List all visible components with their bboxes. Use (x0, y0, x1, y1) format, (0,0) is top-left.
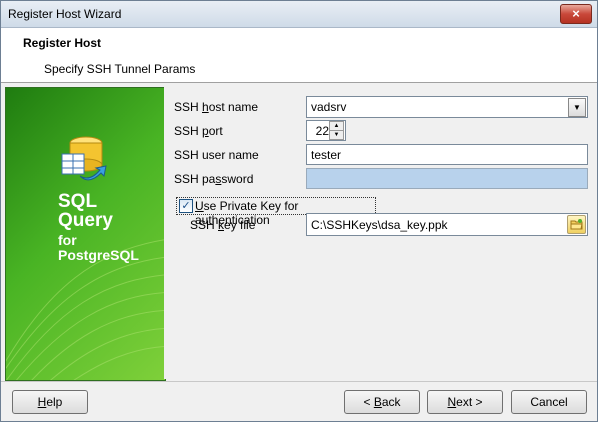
ssh-form: SSH host name vadsrv ▼ SSH port 22 ▲ ▼ S… (164, 87, 596, 379)
chevron-down-icon[interactable]: ▼ (568, 98, 586, 117)
ssh-host-label: SSH host name (174, 100, 259, 114)
next-button[interactable]: Next > (427, 390, 503, 414)
page-subtitle: Specify SSH Tunnel Params (44, 62, 196, 76)
ssh-key-file-label: SSH key file (190, 218, 256, 232)
browse-folder-icon[interactable] (567, 215, 586, 234)
ssh-key-file-input[interactable]: C:\SSHKeys\dsa_key.ppk (306, 213, 588, 236)
ssh-user-label: SSH user name (174, 148, 259, 162)
spin-down-icon[interactable]: ▼ (329, 130, 344, 140)
close-button[interactable]: × (560, 4, 592, 24)
window-title: Register Host Wizard (8, 7, 122, 21)
page-title: Register Host (23, 36, 102, 50)
wizard-header: Register Host Specify SSH Tunnel Params (1, 28, 597, 83)
ssh-host-select[interactable]: vadsrv ▼ (306, 96, 588, 118)
wizard-footer: Help < Back Next > Cancel (1, 381, 597, 421)
database-arrow-icon (61, 136, 107, 181)
wizard-window: Register Host Wizard × Register Host Spe… (0, 0, 598, 422)
product-name: SQL Query for PostgreSQL (58, 191, 139, 263)
ssh-password-input[interactable] (306, 168, 588, 189)
product-banner: SQL Query for PostgreSQL (5, 87, 166, 381)
back-button[interactable]: < Back (344, 390, 420, 414)
ssh-port-label: SSH port (174, 124, 223, 138)
ssh-port-stepper[interactable]: 22 ▲ ▼ (306, 120, 346, 141)
checkbox-check-icon[interactable]: ✓ (179, 199, 193, 213)
title-bar: Register Host Wizard × (1, 1, 597, 28)
ssh-user-input[interactable]: tester (306, 144, 588, 165)
help-button[interactable]: Help (12, 390, 88, 414)
ssh-password-label: SSH password (174, 172, 254, 186)
cancel-button[interactable]: Cancel (511, 390, 587, 414)
